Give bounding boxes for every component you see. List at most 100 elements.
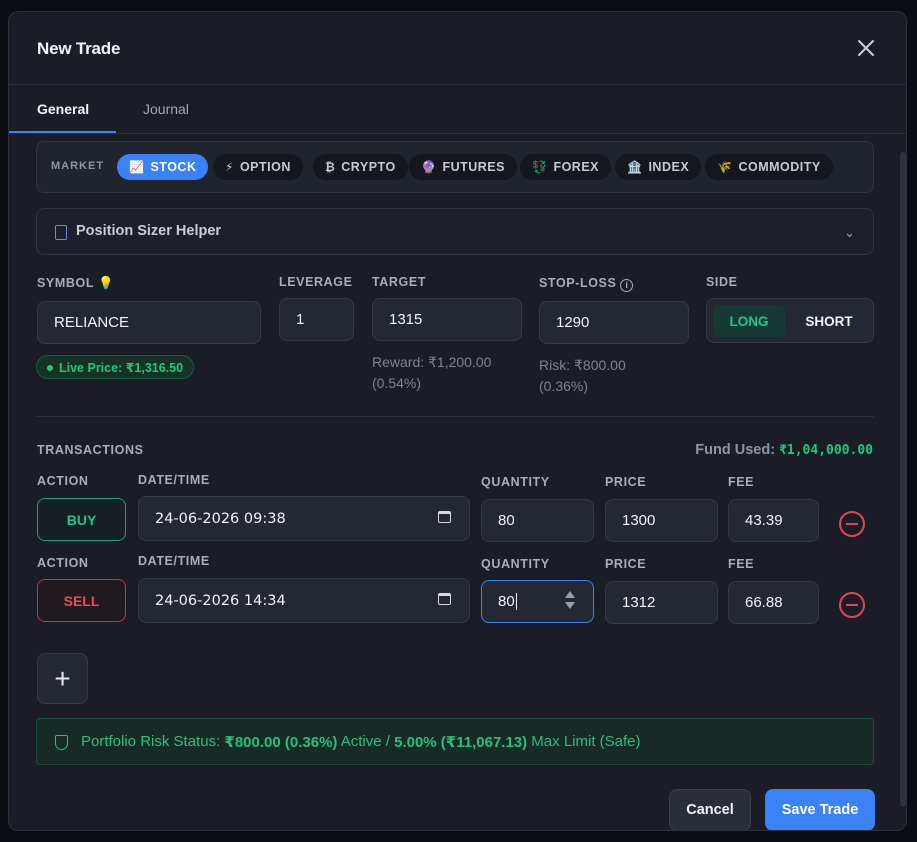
datetime-input[interactable]: 24-06-2026 14:34	[138, 578, 470, 623]
crystal-ball-icon: 🔮	[421, 160, 437, 174]
market-label: MARKET	[51, 160, 105, 172]
datetime-label: DATE/TIME	[138, 473, 210, 487]
add-transaction-button[interactable]: +	[37, 653, 88, 704]
live-price-badge: Live Price: ₹1,316.50	[36, 355, 195, 379]
tab-journal[interactable]: Journal	[143, 101, 189, 117]
market-option-commodity[interactable]: 🌾 COMMODITY	[705, 154, 833, 180]
new-trade-dialog: New Trade General Journal MARKET 📈 STOCK…	[8, 11, 907, 831]
action-label: ACTION	[37, 474, 89, 488]
stop-loss-label: STOP-LOSS i	[539, 276, 634, 292]
market-option-stock[interactable]: 📈 STOCK	[117, 154, 209, 180]
datetime-value: 24-06-2026 09:38	[155, 510, 286, 527]
target-input[interactable]: 1315	[372, 298, 522, 341]
market-option-futures[interactable]: 🔮 FUTURES	[409, 154, 517, 180]
remove-row-icon[interactable]	[839, 511, 865, 537]
price-label: PRICE	[605, 557, 647, 571]
save-trade-button[interactable]: Save Trade	[765, 789, 875, 830]
lightning-icon: ⚡	[225, 160, 234, 174]
fee-input[interactable]: 43.39	[728, 499, 819, 542]
side-short-button[interactable]: SHORT	[791, 305, 867, 337]
chevron-down-icon: ⌄	[844, 225, 855, 240]
sell-action-button[interactable]: SELL	[37, 579, 126, 622]
close-icon[interactable]	[856, 38, 876, 58]
fund-used-value: ₹1,04,000.00	[779, 443, 873, 458]
wheat-icon: 🌾	[717, 160, 733, 174]
risk-amount: Risk: ₹800.00	[539, 357, 626, 373]
chip-label: COMMODITY	[738, 160, 821, 174]
symbol-input[interactable]: RELIANCE	[37, 301, 261, 344]
quantity-input[interactable]: 80	[481, 499, 594, 542]
action-label: ACTION	[37, 556, 89, 570]
risk-text: Risk: ₹800.00 (0.36%)	[539, 355, 626, 397]
chip-label: CRYPTO	[341, 160, 396, 174]
stop-loss-input[interactable]: 1290	[539, 301, 689, 344]
bank-icon: 🏦	[627, 160, 643, 174]
risk-status-current: ₹800.00 (0.36%)	[224, 733, 338, 751]
dialog-header: New Trade	[9, 12, 906, 85]
chip-label: INDEX	[648, 160, 690, 174]
scrollbar[interactable]	[900, 152, 906, 807]
risk-status-suffix: Max Limit (Safe)	[527, 733, 641, 750]
risk-percent: (0.36%)	[539, 378, 589, 394]
quantity-label: QUANTITY	[481, 557, 550, 571]
number-spinner-icon[interactable]	[565, 591, 575, 611]
cancel-button[interactable]: Cancel	[669, 789, 751, 830]
fee-label: FEE	[728, 475, 755, 489]
calendar-icon[interactable]	[438, 593, 451, 605]
side-long-button[interactable]: LONG	[713, 305, 785, 337]
shield-icon	[55, 735, 68, 750]
chip-label: FUTURES	[442, 160, 505, 174]
transactions-label: TRANSACTIONS	[37, 443, 144, 457]
price-label: PRICE	[605, 475, 647, 489]
remove-row-icon[interactable]	[839, 592, 865, 618]
info-icon: i	[620, 279, 634, 292]
bitcoin-icon: ₿	[325, 160, 336, 174]
fee-input[interactable]: 66.88	[728, 581, 819, 624]
price-input[interactable]: 1300	[605, 499, 718, 542]
text-cursor	[515, 593, 517, 610]
position-sizer-toggle[interactable]: Position Sizer Helper ⌄	[36, 208, 874, 255]
datetime-label: DATE/TIME	[138, 554, 210, 568]
calculator-icon	[55, 225, 67, 240]
fund-used-label: Fund Used:	[695, 442, 776, 458]
side-toggle: LONG SHORT	[706, 298, 874, 343]
fund-used: Fund Used: ₹1,04,000.00	[695, 442, 873, 458]
price-input[interactable]: 1312	[605, 581, 718, 624]
chip-label: FOREX	[553, 160, 600, 174]
reward-amount: Reward: ₹1,200.00	[372, 354, 492, 370]
exchange-icon: 💱	[532, 160, 548, 174]
chip-label: STOCK	[150, 160, 197, 174]
side-label: SIDE	[706, 275, 738, 289]
leverage-input[interactable]: 1	[279, 298, 354, 341]
tab-general[interactable]: General	[37, 101, 89, 117]
market-selector: MARKET 📈 STOCK ⚡ OPTION ₿ CRYPTO 🔮 FUTUR…	[36, 141, 874, 193]
fee-label: FEE	[728, 557, 755, 571]
risk-status-prefix: Portfolio Risk Status:	[81, 733, 225, 750]
reward-text: Reward: ₹1,200.00 (0.54%)	[372, 352, 491, 394]
dialog-title: New Trade	[37, 39, 121, 58]
section-divider	[36, 416, 874, 417]
position-sizer-label: Position Sizer Helper	[76, 223, 222, 239]
calendar-icon[interactable]	[438, 511, 451, 523]
datetime-input[interactable]: 24-06-2026 09:38	[138, 496, 470, 541]
dialog-tabs: General Journal	[9, 85, 906, 134]
buy-action-button[interactable]: BUY	[37, 498, 126, 541]
datetime-value: 24-06-2026 14:34	[155, 592, 286, 609]
reward-percent: (0.54%)	[372, 375, 422, 391]
quantity-input[interactable]: 80	[481, 580, 594, 623]
market-option-crypto[interactable]: ₿ CRYPTO	[313, 154, 408, 180]
quantity-value: 80	[498, 593, 515, 610]
risk-status-mid: Active /	[337, 733, 395, 750]
symbol-label: SYMBOL 💡	[37, 276, 115, 290]
risk-status-limit: 5.00% (₹11,067.13)	[394, 733, 528, 751]
chip-label: OPTION	[239, 160, 291, 174]
active-tab-indicator	[9, 131, 116, 133]
market-option-option[interactable]: ⚡ OPTION	[213, 154, 303, 180]
market-option-forex[interactable]: 💱 FOREX	[520, 154, 612, 180]
chart-icon: 📈	[129, 160, 145, 174]
market-option-index[interactable]: 🏦 INDEX	[615, 154, 702, 180]
portfolio-risk-status: Portfolio Risk Status: ₹800.00 (0.36%) A…	[36, 718, 874, 765]
quantity-label: QUANTITY	[481, 475, 550, 489]
target-label: TARGET	[372, 275, 427, 289]
lightbulb-icon: 💡	[97, 276, 115, 290]
